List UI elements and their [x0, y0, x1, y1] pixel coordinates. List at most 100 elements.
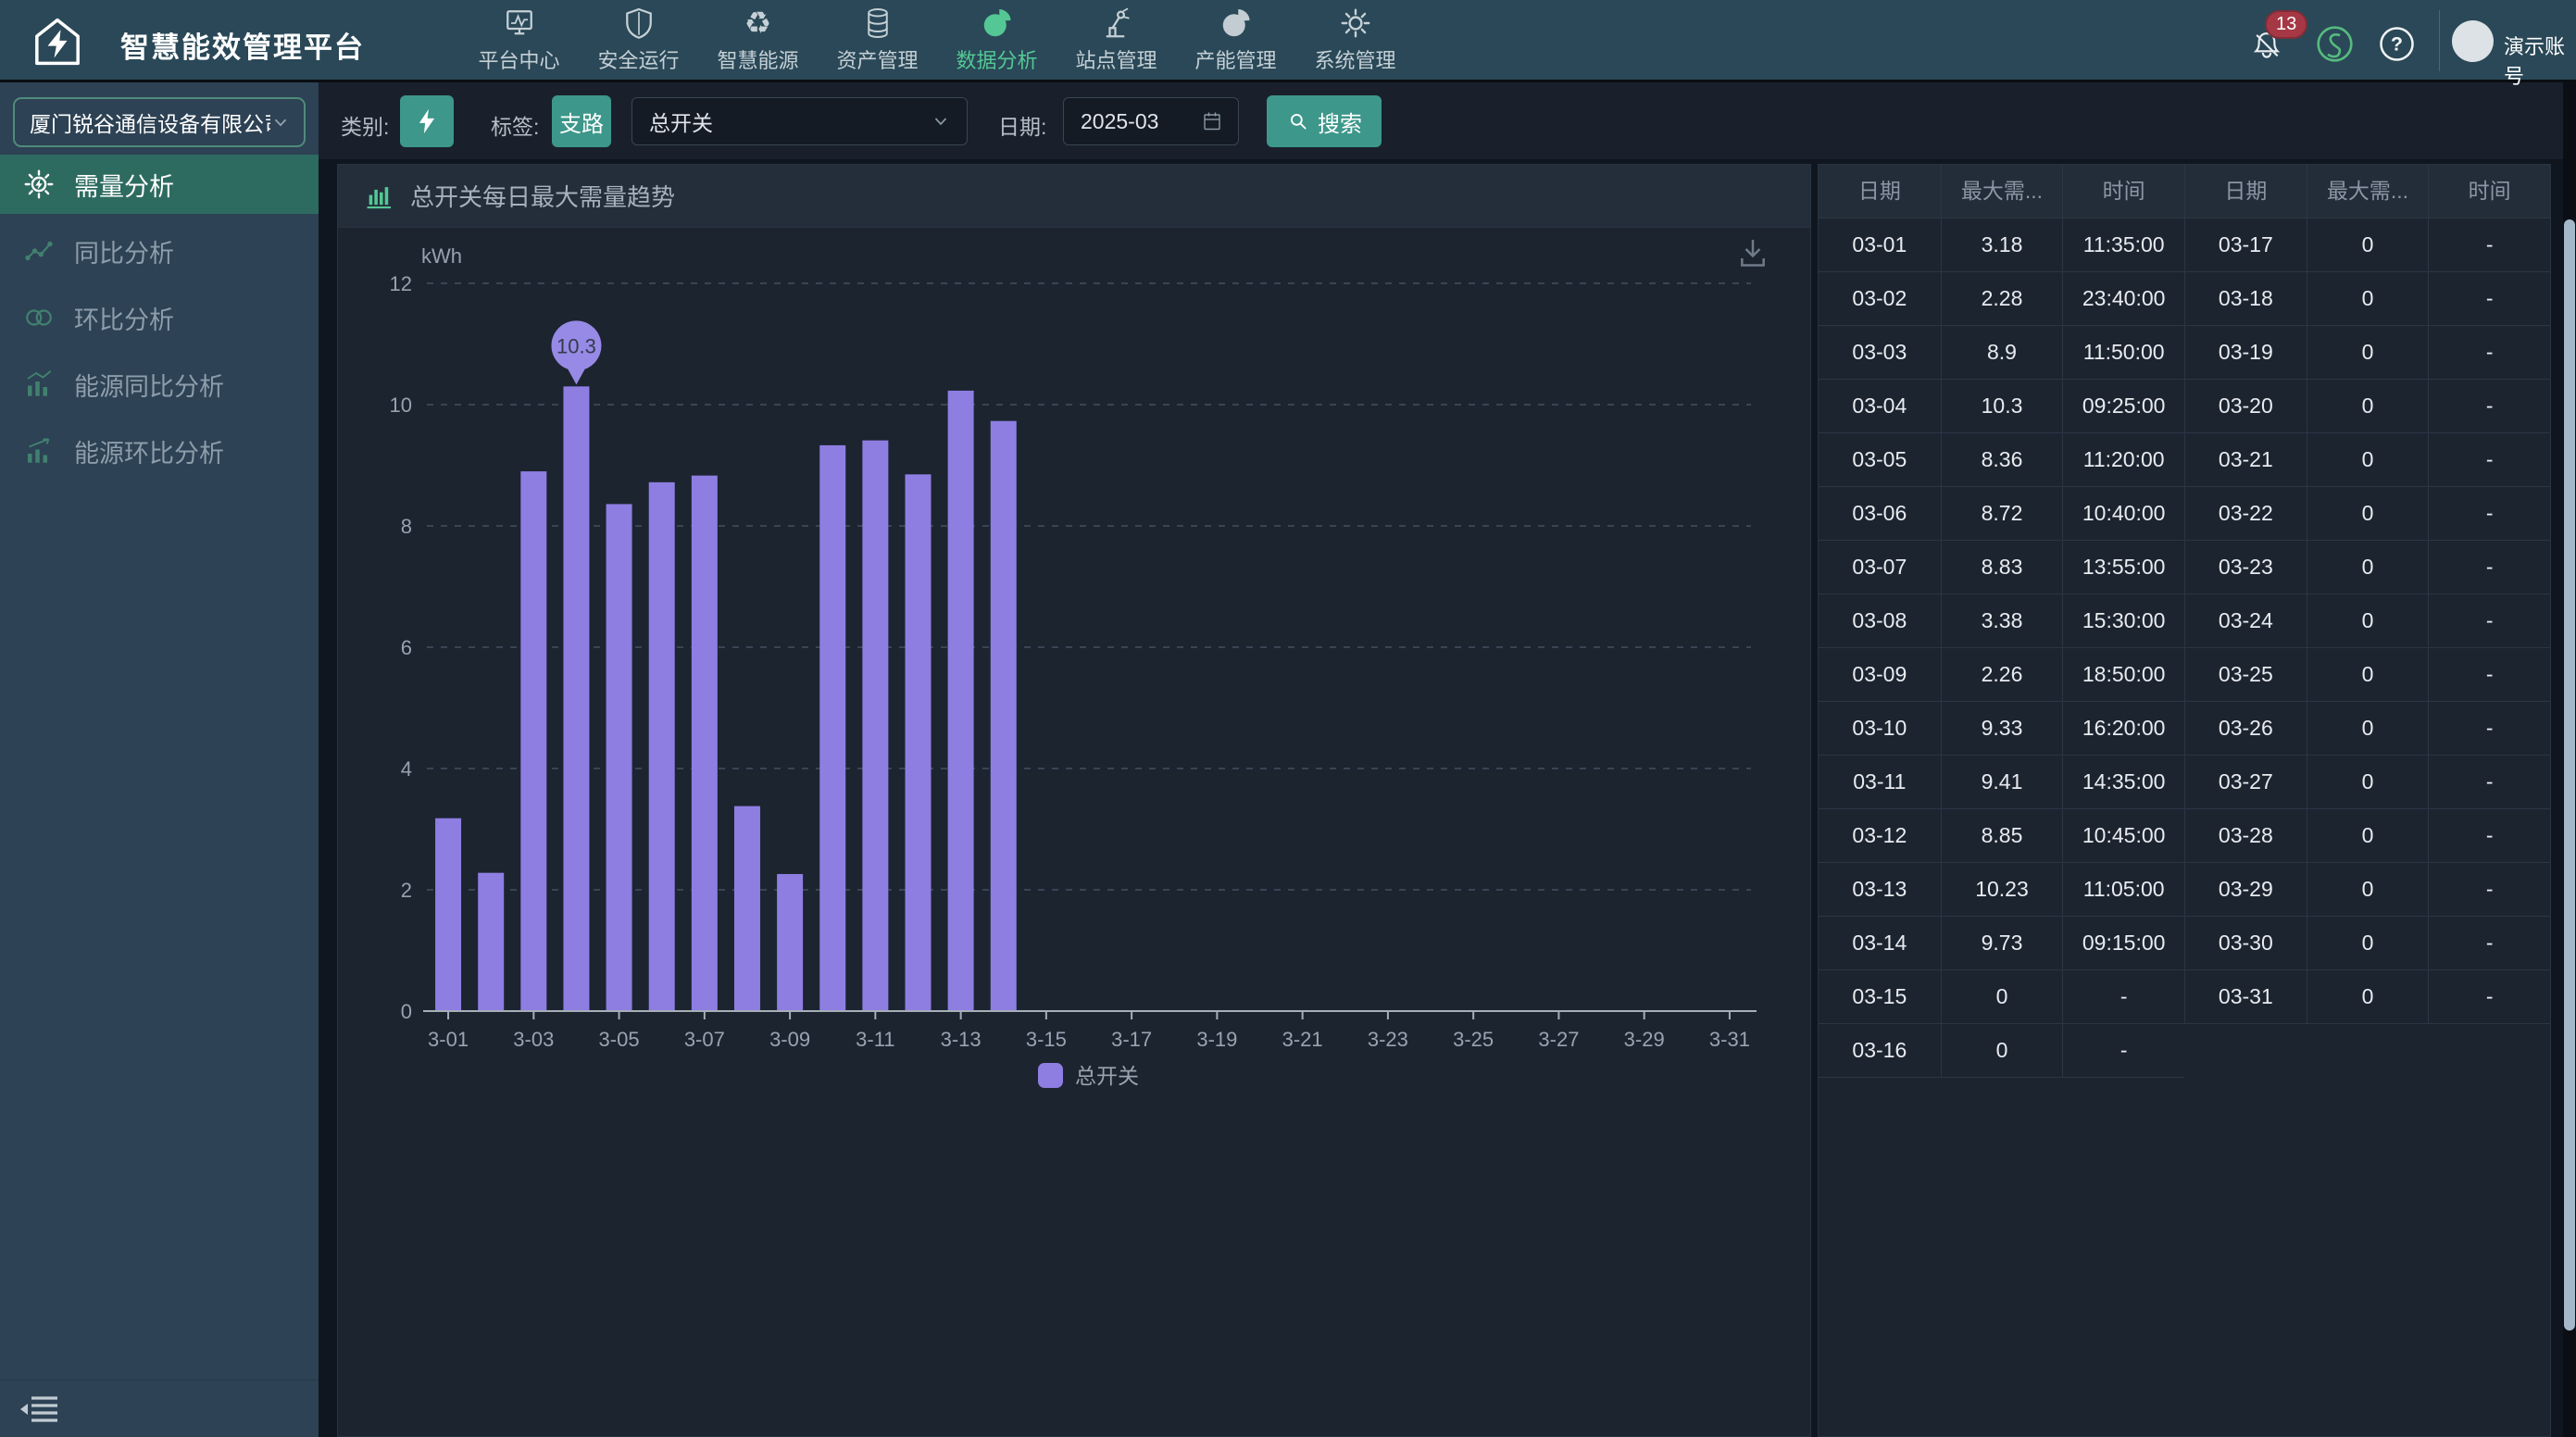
table-cell: 0	[2307, 917, 2429, 970]
table-cell: -	[2428, 970, 2550, 1024]
notification-badge[interactable]: 13	[2265, 10, 2307, 39]
table-cell: 15:30:00	[2062, 594, 2184, 648]
table-cell: 03-07	[1819, 541, 1941, 594]
table-cell: 03-29	[2184, 863, 2307, 917]
table-cell: 03-28	[2184, 809, 2307, 863]
svg-text:3-23: 3-23	[1368, 1028, 1408, 1051]
svg-text:0: 0	[401, 1000, 412, 1023]
demand-table-panel: 日期最大需...时间日期最大需...时间03-013.1811:35:0003-…	[1818, 164, 2551, 1437]
svg-text:3-19: 3-19	[1196, 1028, 1237, 1051]
svg-text:3-21: 3-21	[1282, 1028, 1323, 1051]
avatar[interactable]	[2452, 20, 2494, 62]
table-cell: -	[2428, 917, 2550, 970]
date-picker[interactable]: 2025-03	[1063, 97, 1239, 145]
table-cell: 03-11	[1819, 756, 1941, 809]
nav-item-safe-operation[interactable]: 安全运行	[579, 0, 698, 80]
nav-item-asset-management[interactable]: 资产管理	[818, 0, 937, 80]
sidebar-item-demand-analysis[interactable]: 需量分析	[0, 155, 319, 214]
table-header-cell: 最大需...	[2307, 165, 2429, 219]
date-label: 日期:	[998, 109, 1046, 141]
app-title: 智慧能效管理平台	[120, 24, 365, 66]
table-header-cell: 日期	[2184, 165, 2307, 219]
nav-item-platform-center[interactable]: 平台中心	[459, 0, 579, 80]
demand-table: 日期最大需...时间日期最大需...时间03-013.1811:35:0003-…	[1819, 165, 2550, 1078]
top-nav: 平台中心安全运行 ♻智慧能源资产管理数据分析站点管理产能管理 系统管理	[459, 0, 1415, 80]
table-cell: 03-08	[1819, 594, 1941, 648]
table-cell: -	[2428, 809, 2550, 863]
svg-text:3-11: 3-11	[856, 1028, 894, 1051]
table-cell: 03-09	[1819, 648, 1941, 702]
svg-text:?: ?	[2391, 33, 2403, 56]
table-header-cell: 时间	[2428, 165, 2550, 219]
page-scrollbar-thumb[interactable]	[2564, 219, 2575, 1331]
topbar-divider	[2439, 10, 2440, 71]
sidebar-item-energy-mom-analysis[interactable]: 能源环比分析	[0, 421, 319, 481]
nav-item-label: 产能管理	[1194, 44, 1276, 74]
calendar-icon	[1201, 110, 1223, 132]
svg-text:8: 8	[401, 515, 412, 538]
bars-line-icon	[22, 368, 56, 401]
sidebar-item-mom-analysis[interactable]: 环比分析	[0, 288, 319, 347]
sidebar-item-label: 能源同比分析	[74, 367, 224, 403]
page-scrollbar-track[interactable]	[2563, 82, 2576, 1437]
table-cell: 03-04	[1819, 380, 1941, 433]
table-cell: 03-26	[2184, 702, 2307, 756]
nav-item-label: 安全运行	[597, 44, 679, 74]
table-cell: 8.36	[1941, 433, 2063, 487]
scatter-icon	[22, 234, 56, 268]
table-cell: -	[2428, 594, 2550, 648]
svg-text:3-25: 3-25	[1453, 1028, 1494, 1051]
collapse-sidebar-icon[interactable]	[17, 1394, 61, 1426]
branch-select[interactable]: 总开关	[631, 97, 968, 145]
table-cell: 03-24	[2184, 594, 2307, 648]
demand-trend-chart: 0246810123-013-033-053-073-093-113-133-1…	[338, 228, 1810, 1135]
chart-panel: 总开关每日最大需量趋势 kWh 0246810123-013-033-053-0…	[337, 164, 1811, 1437]
robot-arm-icon	[1100, 6, 1133, 40]
table-cell: 3.18	[1941, 219, 2063, 272]
table-cell: 8.83	[1941, 541, 2063, 594]
branch-select-value: 总开关	[649, 106, 713, 137]
database-icon	[861, 6, 894, 40]
sidebar-item-label: 需量分析	[74, 167, 174, 203]
sidebar-item-energy-yoy-analysis[interactable]: 能源同比分析	[0, 355, 319, 414]
gear-bolt-icon	[22, 168, 56, 201]
nav-item-data-analysis[interactable]: 数据分析	[937, 0, 1057, 80]
table-cell: 10:45:00	[2062, 809, 2184, 863]
search-button-label: 搜索	[1318, 106, 1362, 138]
category-label: 类别:	[341, 109, 389, 141]
table-cell: 03-01	[1819, 219, 1941, 272]
table-cell: 0	[2307, 756, 2429, 809]
svg-text:3-31: 3-31	[1709, 1028, 1750, 1051]
svg-text:3-03: 3-03	[513, 1028, 554, 1051]
table-cell: 11:05:00	[2062, 863, 2184, 917]
sidebar-item-label: 环比分析	[74, 300, 174, 336]
nav-item-label: 系统管理	[1314, 44, 1395, 74]
svg-text:3-13: 3-13	[941, 1028, 982, 1051]
table-cell: -	[2428, 326, 2550, 380]
table-cell: 0	[2307, 594, 2429, 648]
table-cell: 2.28	[1941, 272, 2063, 326]
nav-item-system-management[interactable]: 系统管理	[1295, 0, 1415, 80]
table-cell: 03-12	[1819, 809, 1941, 863]
nav-item-capacity-management[interactable]: 产能管理	[1176, 0, 1295, 80]
chart-title: 总开关每日最大需量趋势	[410, 179, 675, 213]
svg-text:10: 10	[390, 394, 412, 417]
nav-item-smart-energy[interactable]: ♻智慧能源	[698, 0, 818, 80]
theme-toggle-icon[interactable]	[2314, 23, 2356, 65]
nav-item-site-management[interactable]: 站点管理	[1057, 0, 1176, 80]
search-button[interactable]: 搜索	[1267, 95, 1382, 147]
table-cell: 03-27	[2184, 756, 2307, 809]
app-logo-icon	[31, 16, 83, 68]
sidebar-item-yoy-analysis[interactable]: 同比分析	[0, 221, 319, 281]
table-header-cell: 日期	[1819, 165, 1941, 219]
help-icon[interactable]: ?	[2377, 24, 2417, 64]
company-select[interactable]: 厦门锐谷通信设备有限公司	[13, 97, 306, 147]
nav-item-label: 智慧能源	[717, 44, 798, 74]
table-cell-empty	[2184, 1024, 2307, 1078]
monitor-icon	[503, 6, 536, 40]
table-cell: 9.41	[1941, 756, 2063, 809]
category-electric-button[interactable]	[400, 95, 454, 147]
svg-text:10.3: 10.3	[556, 334, 596, 357]
account-name[interactable]: 演示账号	[2504, 31, 2576, 90]
tag-branch-button[interactable]: 支路	[552, 95, 611, 147]
